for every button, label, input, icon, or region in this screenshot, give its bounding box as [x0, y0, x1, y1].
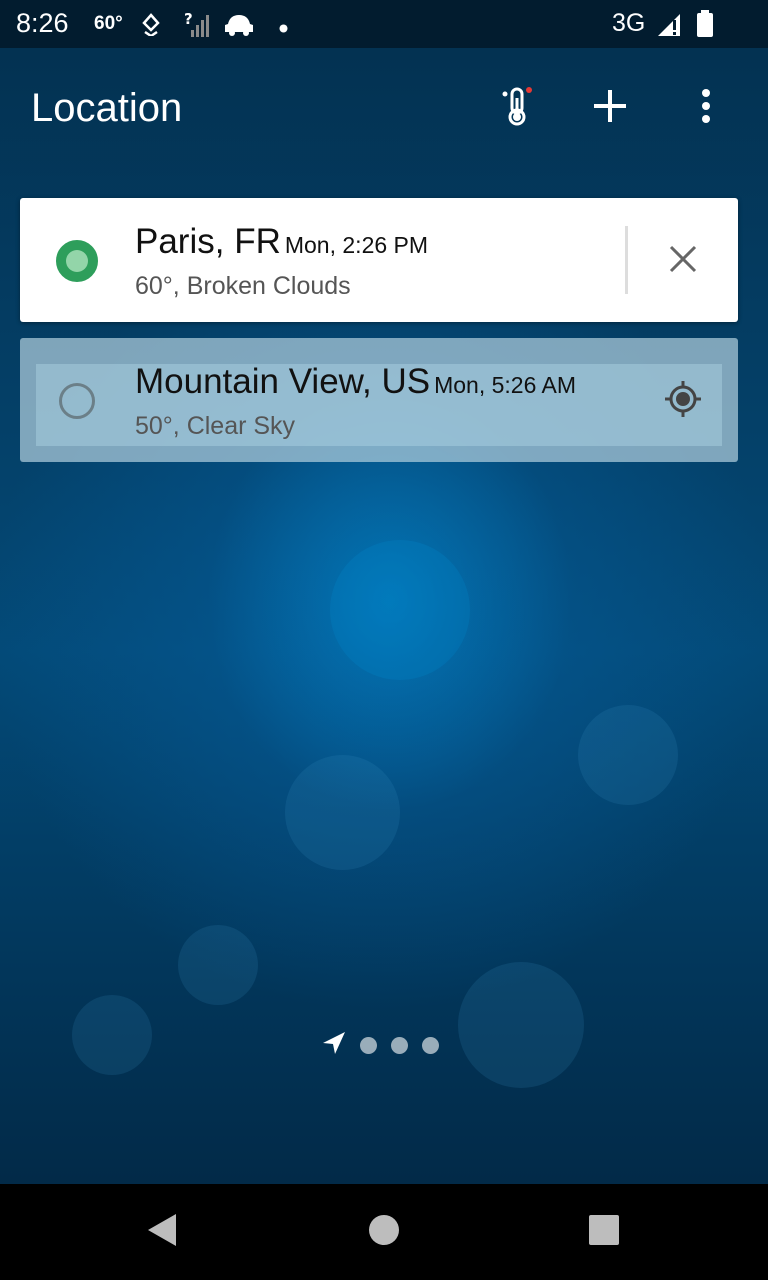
- home-icon: [368, 1214, 400, 1251]
- bokeh-decoration: [330, 540, 470, 680]
- city-name: Paris, FR: [135, 222, 281, 261]
- page-dot[interactable]: [422, 1036, 439, 1054]
- status-bar: 8:26 60° ? 3G: [0, 0, 768, 48]
- page-dot[interactable]: [391, 1036, 408, 1054]
- network-type: 3G: [612, 9, 646, 37]
- back-button[interactable]: [132, 1202, 192, 1262]
- add-icon: [592, 88, 628, 129]
- city-name: Mountain View, US: [135, 362, 431, 401]
- remove-location-button[interactable]: [658, 236, 708, 286]
- location-card-mountain-view[interactable]: Mountain View, US Mon, 5:26 AM 50°, Clear…: [20, 338, 738, 462]
- current-location-button[interactable]: [658, 376, 708, 426]
- recents-button[interactable]: [574, 1202, 634, 1262]
- selected-radio-icon[interactable]: [56, 240, 98, 282]
- location-card-paris[interactable]: Paris, FR Mon, 2:26 PM 60°, Broken Clouds: [20, 198, 738, 322]
- home-button[interactable]: [354, 1202, 414, 1262]
- weather-drop-icon: [141, 12, 161, 41]
- back-icon: [146, 1213, 178, 1252]
- close-icon: [668, 244, 698, 279]
- gps-location-icon: [663, 379, 703, 424]
- notification-dot-icon: [279, 20, 288, 38]
- bokeh-decoration: [72, 995, 152, 1075]
- page-indicator: [322, 1030, 439, 1060]
- more-vert-icon: [700, 88, 712, 129]
- location-header: Paris, FR Mon, 2:26 PM: [135, 222, 428, 262]
- thermometer-button[interactable]: [493, 84, 541, 132]
- page-title: Location: [31, 86, 183, 130]
- divider: [625, 226, 628, 294]
- unselected-radio-icon[interactable]: [59, 383, 95, 419]
- cell-signal-icon: [656, 12, 684, 43]
- bokeh-decoration: [178, 925, 258, 1005]
- screen: 8:26 60° ? 3G Location Paris, FR Mon, 2:…: [0, 0, 768, 1280]
- add-location-button[interactable]: [586, 84, 634, 132]
- local-time: Mon, 5:26 AM: [434, 372, 576, 398]
- status-time: 8:26: [16, 8, 69, 38]
- bokeh-decoration: [578, 705, 678, 805]
- local-time: Mon, 2:26 PM: [284, 232, 429, 258]
- overflow-menu-button[interactable]: [682, 84, 730, 132]
- recents-icon: [589, 1214, 619, 1250]
- navigation-arrow-icon: [322, 1031, 346, 1060]
- bokeh-decoration: [285, 755, 400, 870]
- page-dot[interactable]: [360, 1036, 377, 1054]
- background-wallpaper: [0, 0, 768, 1184]
- car-icon: [224, 12, 254, 41]
- location-header: Mountain View, US Mon, 5:26 AM: [135, 362, 576, 402]
- thermometer-icon: [499, 86, 535, 131]
- weather-summary: 50°, Clear Sky: [135, 412, 296, 440]
- signal-unknown-icon: ?: [184, 10, 210, 43]
- status-temperature: 60°: [94, 13, 123, 34]
- app-bar: Location: [0, 48, 768, 168]
- navigation-bar: [0, 1184, 768, 1280]
- weather-summary: 60°, Broken Clouds: [135, 272, 351, 300]
- svg-text:?: ?: [184, 10, 193, 28]
- bokeh-decoration: [458, 962, 584, 1088]
- battery-icon: [696, 10, 714, 43]
